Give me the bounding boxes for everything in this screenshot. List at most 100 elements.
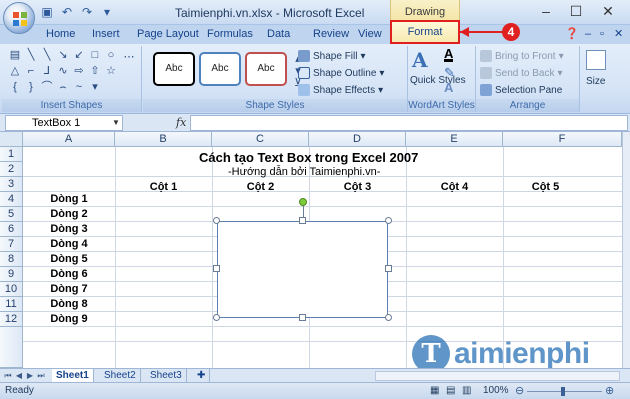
ribbon-minimize-icon[interactable]: –	[585, 25, 591, 44]
redo-icon[interactable]: ↷	[80, 5, 94, 19]
tab-data[interactable]: Data	[267, 25, 290, 44]
first-sheet-icon[interactable]: ⏮	[3, 370, 13, 381]
brace-shape-icon[interactable]: }	[24, 80, 38, 94]
line-shape-icon[interactable]: ╲	[24, 48, 38, 62]
prev-sheet-icon[interactable]: ◀	[14, 370, 24, 381]
star-shape-icon[interactable]: ☆	[104, 64, 118, 78]
tab-formulas[interactable]: Formulas	[207, 25, 253, 44]
shape-style-preset-2[interactable]: Abc	[199, 52, 241, 86]
horizontal-scrollbar[interactable]	[375, 371, 620, 381]
rotation-handle[interactable]	[299, 198, 307, 206]
zoom-in-icon[interactable]: ⊕	[605, 384, 614, 397]
ribbon-close-icon[interactable]: ✕	[614, 25, 623, 44]
send-to-back-button[interactable]: Send to Back ▾	[480, 67, 563, 79]
arrow-right-shape-icon[interactable]: ⇨	[72, 64, 86, 78]
formula-input[interactable]	[190, 115, 628, 131]
resize-handle-bottom-right[interactable]	[385, 314, 392, 321]
size-button[interactable]: Size	[586, 76, 605, 87]
row-header[interactable]: 1	[0, 147, 23, 162]
arrow-shape-icon[interactable]: ↘	[56, 48, 70, 62]
normal-view-icon[interactable]: ▦	[430, 385, 439, 396]
shape-outline-button[interactable]: Shape Outline ▾	[298, 67, 384, 79]
gallery-more-icon[interactable]: ▾	[88, 80, 102, 94]
shapes-gallery[interactable]: ▤ ╲ ╲ ↘ ↙ □ ○ △ ⌐ ⅃ ∿ ⇨ ⇧ ☆ { } ⌒ ⌢ ~ ▾	[8, 48, 118, 94]
quick-styles-a-icon[interactable]: A	[412, 48, 428, 72]
resize-handle-bottom-left[interactable]	[213, 314, 220, 321]
row-header[interactable]: 5	[0, 207, 23, 222]
vertical-scrollbar[interactable]	[622, 132, 630, 368]
text-effects-icon[interactable]: A	[444, 81, 453, 94]
sheet-tab-sheet2[interactable]: Sheet2	[100, 369, 141, 383]
row-header[interactable]: 7	[0, 237, 23, 252]
shape-style-preset-1[interactable]: Abc	[153, 52, 195, 86]
resize-handle-bottom[interactable]	[299, 314, 306, 321]
row-header[interactable]: 12	[0, 312, 23, 327]
undo-icon[interactable]: ↶	[60, 5, 74, 19]
worksheet-grid[interactable]: A B C D E F 1 2 3 4 5 6 7 8 9 10 11 12 C…	[0, 132, 630, 368]
zoom-out-icon[interactable]: ⊖	[515, 384, 524, 397]
shape-effects-button[interactable]: Shape Effects ▾	[298, 84, 383, 96]
shape-fill-button[interactable]: Shape Fill ▾	[298, 50, 366, 62]
shape-style-preset-3[interactable]: Abc	[245, 52, 287, 86]
sheet-tab-sheet1[interactable]: Sheet1	[52, 369, 94, 383]
curve-shape-icon[interactable]: ∿	[56, 64, 70, 78]
zoom-level[interactable]: 100%	[483, 385, 509, 396]
text-box[interactable]	[217, 221, 388, 318]
arrow-shape-icon[interactable]: ↙	[72, 48, 86, 62]
brace-shape-icon[interactable]: {	[8, 80, 22, 94]
help-icon[interactable]: ❓	[565, 25, 579, 44]
scribble-shape-icon[interactable]: ~	[72, 80, 86, 94]
row-header[interactable]: 2	[0, 162, 23, 177]
size-icon[interactable]	[586, 50, 606, 70]
office-button[interactable]	[3, 2, 35, 34]
name-box-dropdown-icon[interactable]: ▼	[112, 118, 120, 127]
tab-view[interactable]: View	[358, 25, 382, 44]
resize-handle-left[interactable]	[213, 265, 220, 272]
row-header[interactable]: 3	[0, 177, 23, 192]
minimize-button[interactable]: –	[536, 2, 556, 20]
resize-handle-top[interactable]	[299, 217, 306, 224]
text-outline-icon[interactable]: ✎	[444, 66, 455, 79]
resize-handle-top-left[interactable]	[213, 217, 220, 224]
next-sheet-icon[interactable]: ▶	[25, 370, 35, 381]
tab-format[interactable]: Format	[390, 20, 460, 44]
ribbon-restore-icon[interactable]: ▫	[600, 25, 604, 44]
close-button[interactable]: ✕	[598, 2, 618, 20]
arc-shape-icon[interactable]: ⌢	[56, 80, 70, 94]
row-header[interactable]: 10	[0, 282, 23, 297]
elbow-connector-icon[interactable]: ⌐	[24, 64, 38, 78]
last-sheet-icon[interactable]: ⏭	[36, 370, 46, 381]
elbow-connector-icon[interactable]: ⅃	[40, 64, 54, 78]
row-header[interactable]: 11	[0, 297, 23, 312]
name-box[interactable]: TextBox 1	[5, 115, 123, 131]
text-fill-icon[interactable]: A	[444, 47, 454, 62]
oval-shape-icon[interactable]: ○	[104, 48, 118, 62]
column-header-e[interactable]: E	[406, 132, 503, 147]
save-icon[interactable]: ▣	[40, 5, 54, 19]
row-header[interactable]: 9	[0, 267, 23, 282]
select-all-corner[interactable]	[0, 132, 23, 147]
column-header-d[interactable]: D	[309, 132, 406, 147]
zoom-slider-thumb[interactable]	[561, 387, 565, 396]
resize-handle-right[interactable]	[385, 265, 392, 272]
arrow-up-shape-icon[interactable]: ⇧	[88, 64, 102, 78]
quick-styles-button[interactable]: Quick Styles	[410, 76, 466, 86]
resize-handle-top-right[interactable]	[385, 217, 392, 224]
page-break-view-icon[interactable]: ▥	[462, 385, 471, 396]
edit-shape-icon[interactable]: ⋯	[122, 50, 136, 64]
selection-pane-button[interactable]: Selection Pane	[480, 84, 562, 96]
column-header-a[interactable]: A	[23, 132, 115, 147]
row-header[interactable]: 8	[0, 252, 23, 267]
tab-insert[interactable]: Insert	[92, 25, 120, 44]
customize-qat-icon[interactable]: ▾	[100, 5, 114, 19]
column-header-b[interactable]: B	[115, 132, 212, 147]
insert-sheet-icon[interactable]: ✚	[193, 369, 211, 383]
page-layout-view-icon[interactable]: ▤	[446, 385, 455, 396]
tab-review[interactable]: Review	[313, 25, 349, 44]
freeform-shape-icon[interactable]: ⌒	[40, 80, 54, 94]
insert-function-icon[interactable]: fx	[176, 116, 186, 129]
line-shape-icon[interactable]: ╲	[40, 48, 54, 62]
bring-to-front-button[interactable]: Bring to Front ▾	[480, 50, 564, 62]
textbox-shape-icon[interactable]: ▤	[8, 48, 22, 62]
column-header-f[interactable]: F	[503, 132, 622, 147]
